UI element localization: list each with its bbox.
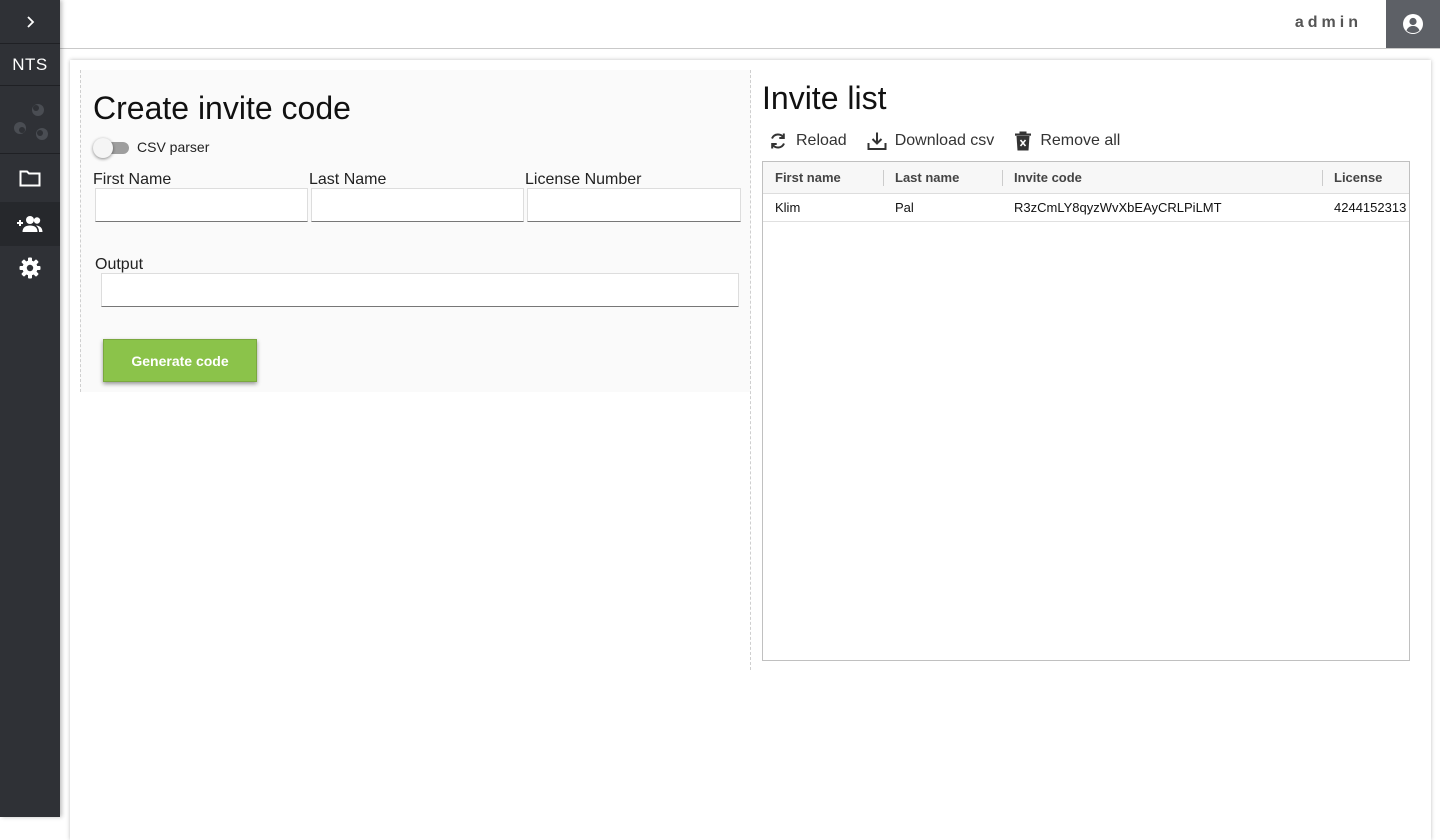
reload-icon [771, 133, 785, 149]
logo-icon [14, 103, 48, 140]
first-name-field[interactable] [95, 188, 308, 222]
download-csv-label: Download csv [894, 132, 995, 149]
download-csv-button[interactable]: Download csv [867, 131, 995, 151]
output-field[interactable] [101, 273, 739, 307]
main-card: Create invite code CSV parser First Name… [70, 60, 1431, 840]
app-logo [0, 86, 60, 154]
cell-license: 4244152313 [1334, 200, 1407, 215]
sidebar-item-files[interactable] [0, 154, 60, 202]
last-name-label: Last Name [309, 171, 387, 188]
gear-icon [19, 257, 41, 279]
column-header-last-name[interactable]: Last name [883, 162, 1002, 194]
create-invite-panel: Create invite code CSV parser First Name… [80, 70, 751, 392]
toggle-knob [93, 138, 113, 158]
trash-icon [1015, 131, 1032, 151]
top-bar: admin [60, 0, 1440, 49]
sidebar-item-settings[interactable] [0, 246, 60, 290]
person-add-icon [17, 216, 43, 232]
cell-first-name: Klim [775, 200, 801, 215]
remove-all-button[interactable]: Remove all [1014, 131, 1120, 151]
invite-table: First name Last name Invite code License… [762, 161, 1410, 661]
sidebar-expand-button[interactable] [0, 0, 60, 44]
invite-list-toolbar: Reload Download csv Remove all [768, 131, 1140, 151]
table-header: First name Last name Invite code License [763, 162, 1409, 194]
last-name-field[interactable] [311, 188, 524, 222]
chevron-right-icon [27, 15, 35, 28]
brand-label[interactable]: NTS [0, 44, 60, 86]
account-circle-icon [1403, 14, 1423, 34]
csv-parser-toggle[interactable] [93, 138, 129, 158]
output-label: Output [95, 256, 144, 273]
reload-label: Reload [796, 132, 847, 149]
folder-icon [19, 170, 41, 187]
first-name-label: First Name [93, 171, 172, 188]
username-label: admin [1294, 14, 1362, 31]
column-header-invite-code[interactable]: Invite code [1002, 162, 1322, 194]
column-header-license[interactable]: License [1322, 162, 1409, 194]
cell-invite-code: R3zCmLY8qyzWvXbEAyCRLPiLMT [1014, 200, 1222, 215]
account-button[interactable] [1386, 0, 1440, 48]
generate-code-button[interactable]: Generate code [103, 339, 257, 382]
license-number-label: License Number [525, 171, 642, 188]
create-invite-title: Create invite code [93, 90, 351, 126]
sidebar: NTS [0, 0, 60, 817]
license-number-field[interactable] [527, 188, 741, 222]
remove-all-label: Remove all [1040, 132, 1121, 149]
table-row[interactable]: Klim Pal R3zCmLY8qyzWvXbEAyCRLPiLMT 4244… [763, 194, 1409, 222]
download-icon [867, 132, 887, 150]
cell-last-name: Pal [895, 200, 914, 215]
reload-button[interactable]: Reload [768, 131, 847, 151]
invite-list-title: Invite list [762, 80, 887, 116]
csv-parser-label: CSV parser [137, 139, 210, 155]
panel-divider [750, 70, 751, 670]
sidebar-item-users[interactable] [0, 202, 60, 246]
csv-parser-toggle-row: CSV parser [93, 138, 210, 158]
column-header-first-name[interactable]: First name [763, 162, 883, 194]
